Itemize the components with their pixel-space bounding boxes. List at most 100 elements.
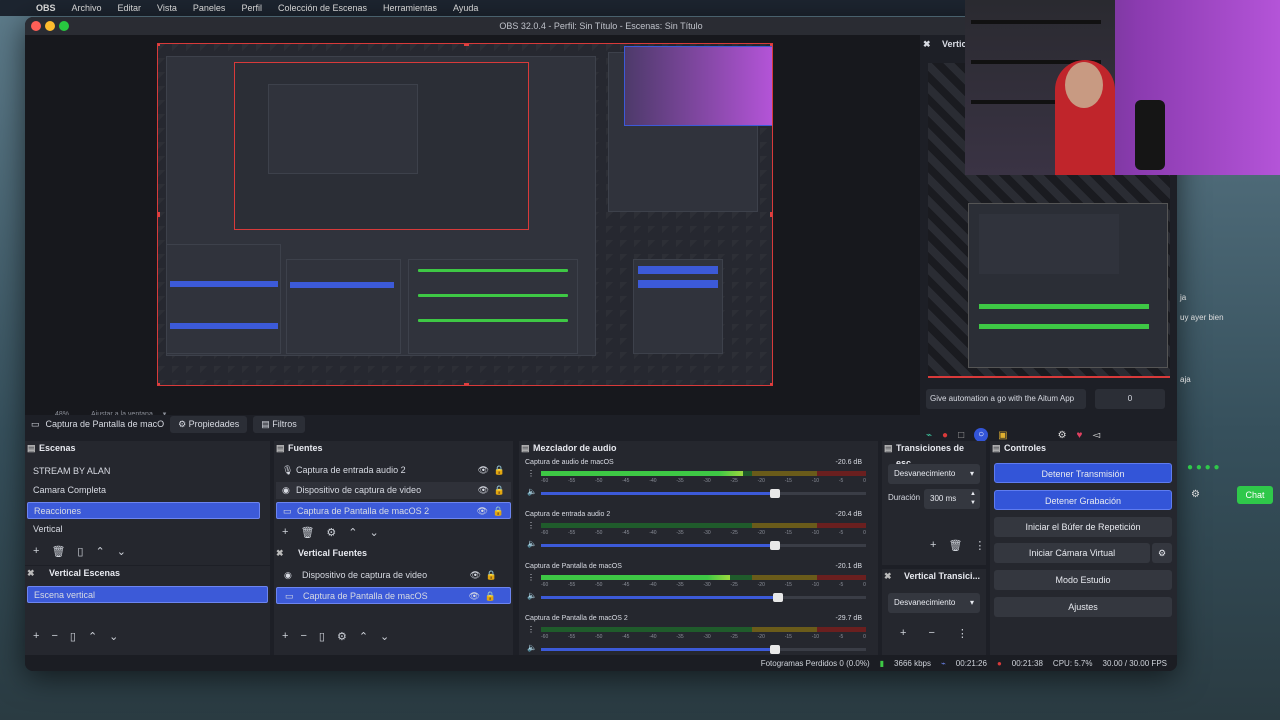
menu-ayuda[interactable]: Ayuda bbox=[445, 3, 486, 13]
filter-icon[interactable]: ▯ bbox=[77, 545, 83, 558]
more-icon[interactable]: ⋮ bbox=[974, 539, 985, 552]
preview-area[interactable]: 48% Ajustar a la ventana ▾ bbox=[25, 35, 920, 425]
trash-icon[interactable]: 🗑 bbox=[51, 545, 65, 558]
add-icon[interactable]: + bbox=[282, 526, 288, 538]
chevron-down-icon[interactable]: ⌄ bbox=[109, 630, 118, 643]
share-icon[interactable]: ◅ bbox=[1092, 430, 1100, 441]
more-icon[interactable]: ⋮ bbox=[957, 627, 968, 640]
studio-mode-button[interactable]: Modo Estudio bbox=[994, 570, 1172, 590]
vertical-transition-select[interactable]: Desvanecimiento ▾ bbox=[888, 593, 980, 613]
volume-slider[interactable] bbox=[541, 489, 866, 498]
more-icon[interactable]: ⋮ bbox=[527, 521, 535, 530]
more-icon[interactable]: ⋮ bbox=[527, 573, 535, 582]
duration-input[interactable]: 300 ms ▲ ▼ bbox=[924, 489, 980, 509]
volume-knob[interactable] bbox=[770, 541, 780, 550]
replay-vertical-icon[interactable]: □ bbox=[958, 430, 964, 441]
trash-icon[interactable]: 🗑 bbox=[948, 539, 962, 552]
source-item[interactable]: ◉ Dispositivo de captura de video 👁 🔒 bbox=[276, 482, 511, 499]
settings-button[interactable]: Ajustes bbox=[994, 597, 1172, 617]
transform-handle[interactable] bbox=[158, 212, 160, 217]
stream-vertical-icon[interactable]: ⌁ bbox=[926, 430, 932, 441]
virtual-cam-vertical-icon[interactable]: ○ bbox=[974, 428, 989, 442]
filter-icon[interactable]: ▯ bbox=[319, 630, 325, 643]
studio-vertical-icon[interactable]: ▣ bbox=[998, 430, 1007, 441]
stop-streaming-button[interactable]: Detener Transmisión bbox=[994, 463, 1172, 483]
eye-icon[interactable]: 👁 bbox=[478, 462, 489, 479]
record-vertical-icon[interactable]: ● bbox=[942, 430, 948, 441]
volume-slider[interactable] bbox=[541, 593, 866, 602]
filter-icon[interactable]: ▯ bbox=[70, 630, 76, 643]
scene-item-selected[interactable]: Reacciones bbox=[27, 502, 260, 519]
menu-obs[interactable]: OBS bbox=[28, 3, 64, 13]
scene-item[interactable]: STREAM BY ALAN bbox=[27, 463, 268, 480]
menu-herramientas[interactable]: Herramientas bbox=[375, 3, 445, 13]
remove-icon[interactable]: − bbox=[928, 627, 934, 639]
transform-handle[interactable] bbox=[770, 44, 772, 46]
scene-item[interactable]: Vertical bbox=[27, 521, 268, 538]
virtual-camera-button[interactable]: Iniciar Cámara Virtual bbox=[994, 543, 1150, 563]
scene-item[interactable]: Camara Completa bbox=[27, 482, 268, 499]
volume-slider[interactable] bbox=[541, 541, 866, 550]
heart-icon[interactable]: ♥ bbox=[1077, 430, 1083, 441]
eye-icon[interactable]: 👁 bbox=[477, 503, 488, 520]
lock-icon[interactable]: 🔒 bbox=[494, 462, 505, 479]
gear-icon[interactable]: ⚙ bbox=[1058, 430, 1067, 441]
lock-icon[interactable]: 🔒 bbox=[494, 482, 505, 499]
close-dock-icon[interactable]: ✖ bbox=[923, 35, 931, 53]
lock-icon[interactable]: 🔒 bbox=[486, 567, 497, 584]
chevron-down-icon[interactable]: ⌄ bbox=[380, 630, 389, 643]
chevron-down-icon[interactable]: ⌄ bbox=[370, 526, 379, 539]
eye-icon[interactable]: 👁 bbox=[470, 567, 481, 584]
aitum-promo[interactable]: Give automation a go with the Aitum App bbox=[926, 389, 1086, 409]
menu-coleccion-escenas[interactable]: Colección de Escenas bbox=[270, 3, 375, 13]
menu-editar[interactable]: Editar bbox=[110, 3, 150, 13]
speaker-icon[interactable]: 🔈 bbox=[527, 487, 537, 496]
volume-knob[interactable] bbox=[770, 645, 780, 654]
chevron-down-icon[interactable]: ⌄ bbox=[117, 545, 126, 558]
trash-icon[interactable]: 🗑 bbox=[300, 526, 314, 539]
vertical-source-item-selected[interactable]: ▭ Captura de Pantalla de macOS 👁 🔒 bbox=[276, 587, 511, 604]
add-icon[interactable]: + bbox=[33, 545, 39, 557]
speaker-icon[interactable]: 🔈 bbox=[527, 591, 537, 600]
transform-handle[interactable] bbox=[770, 212, 772, 217]
transition-select[interactable]: Desvanecimiento ▾ bbox=[888, 464, 980, 484]
chat-button[interactable]: Chat bbox=[1237, 486, 1273, 504]
add-icon[interactable]: + bbox=[33, 630, 39, 642]
stop-recording-button[interactable]: Detener Grabación bbox=[994, 490, 1172, 510]
eye-icon[interactable]: 👁 bbox=[469, 588, 480, 605]
menu-paneles[interactable]: Paneles bbox=[185, 3, 234, 13]
transform-handle[interactable] bbox=[464, 44, 469, 46]
transform-handle[interactable] bbox=[158, 383, 160, 385]
filters-button[interactable]: ▤ Filtros bbox=[253, 415, 305, 433]
remove-icon[interactable]: − bbox=[300, 630, 306, 642]
gear-icon[interactable]: ⚙ bbox=[1191, 489, 1200, 500]
transform-handle[interactable] bbox=[158, 44, 160, 46]
lock-icon[interactable]: 🔒 bbox=[485, 588, 496, 605]
add-icon[interactable]: + bbox=[282, 630, 288, 642]
transform-handle[interactable] bbox=[770, 383, 772, 385]
gear-icon[interactable]: ⚙ bbox=[326, 526, 336, 539]
chevron-up-icon[interactable]: ⌃ bbox=[359, 630, 368, 643]
program-canvas[interactable] bbox=[157, 43, 773, 386]
properties-button[interactable]: ⚙ Propiedades bbox=[170, 415, 248, 433]
source-item[interactable]: 🎙 Captura de entrada audio 2 👁 🔒 bbox=[276, 462, 511, 479]
chevron-up-icon[interactable]: ⌃ bbox=[348, 526, 357, 539]
vertical-source-item[interactable]: ◉ Dispositivo de captura de video 👁 🔒 bbox=[276, 567, 511, 584]
lock-icon[interactable]: 🔒 bbox=[493, 503, 504, 520]
close-window-button[interactable] bbox=[31, 21, 41, 31]
more-icon[interactable]: ⋮ bbox=[527, 625, 535, 634]
volume-knob[interactable] bbox=[770, 489, 780, 498]
speaker-icon[interactable]: 🔈 bbox=[527, 643, 537, 652]
vertical-scene-item-selected[interactable]: Escena vertical bbox=[27, 586, 268, 603]
speaker-icon[interactable]: 🔈 bbox=[527, 539, 537, 548]
menu-perfil[interactable]: Perfil bbox=[233, 3, 270, 13]
gear-icon[interactable]: ⚙ bbox=[337, 630, 347, 643]
transform-handle[interactable] bbox=[464, 383, 469, 385]
gear-icon[interactable]: ⚙ bbox=[1152, 543, 1172, 563]
add-icon[interactable]: + bbox=[900, 627, 906, 639]
zoom-window-button[interactable] bbox=[59, 21, 69, 31]
volume-slider[interactable] bbox=[541, 645, 866, 654]
chevron-up-icon[interactable]: ⌃ bbox=[88, 630, 97, 643]
chevron-up-icon[interactable]: ⌃ bbox=[95, 545, 104, 558]
remove-icon[interactable]: − bbox=[51, 630, 57, 642]
